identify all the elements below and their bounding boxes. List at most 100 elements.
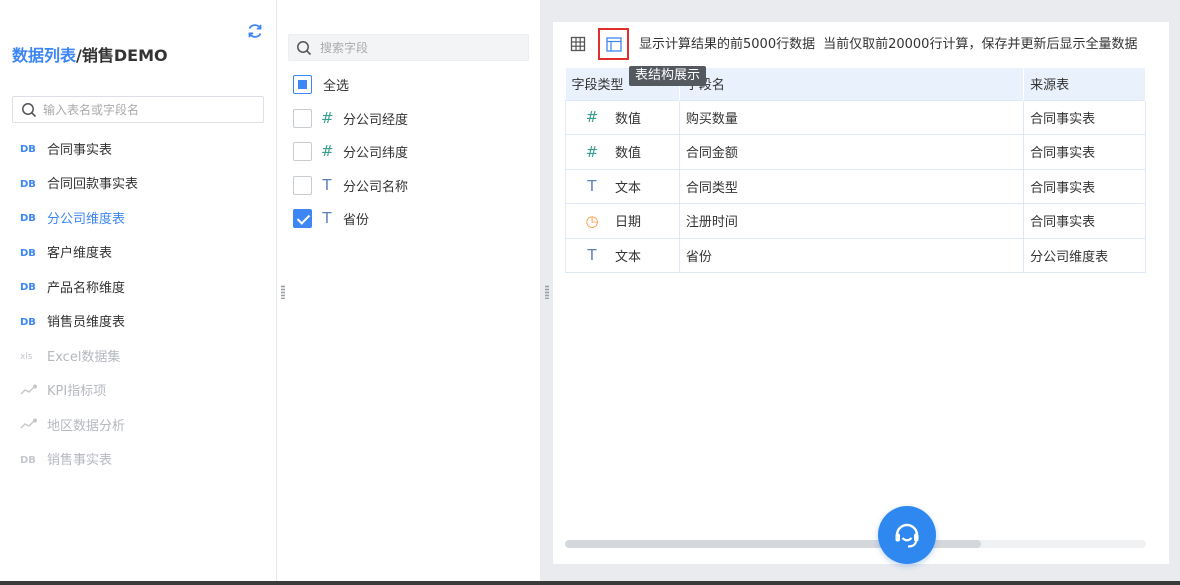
number-type-icon: # [321,142,334,160]
table-search-box [12,96,264,123]
field-type-label: 文本 [615,249,642,265]
number-type-icon: # [585,142,599,161]
table-list-item[interactable]: DB 客户维度表 [0,235,276,270]
xls-icon: xls [20,348,40,362]
table-list-item[interactable]: DB 产品名称维度 [0,269,276,304]
breadcrumb: 数据列表/销售DEMO [12,42,168,66]
table-list-item-label: KPI指标项 [47,384,107,400]
db-icon: DB [20,210,40,224]
table-row: # 数值 购买数量 合同事实表 [565,99,1146,135]
table-list-item[interactable]: DB 销售事实表 [0,442,276,477]
table-list-item[interactable]: DB 合同事实表 [0,131,276,166]
field-checkbox[interactable] [293,175,312,195]
table-list-item[interactable]: DB 分公司维度表 [0,200,276,235]
svg-text:xls: xls [20,352,33,360]
table-structure-view-button[interactable] [598,28,629,60]
horizontal-scrollbar[interactable] [565,540,1146,548]
field-item-label: 分公司纬度 [343,146,409,161]
source-table-cell: 分公司维度表 [1023,237,1146,273]
table-list-item-label: 销售事实表 [47,453,113,469]
header-source-table: 来源表 [1023,68,1146,100]
table-list-item[interactable]: DB 合同回款事实表 [0,166,276,201]
table-structure-icon [606,37,622,52]
text-type-icon: T [587,246,597,265]
table-list-item-label: 合同回款事实表 [47,177,139,193]
field-item[interactable]: # 分公司纬度 [293,141,408,163]
field-name-cell: 注册时间 [678,203,1025,239]
text-type-icon: T [322,175,332,194]
source-table-cell: 合同事实表 [1023,168,1146,204]
field-item-label: 分公司名称 [343,179,409,195]
db-icon: DB [20,141,40,155]
date-type-icon: ◷ [585,211,599,230]
table-list-item[interactable]: DB 销售员维度表 [0,304,276,339]
field-checkbox[interactable] [293,209,312,228]
search-icon [297,41,312,56]
table-list-item-label: 地区数据分析 [47,418,126,434]
db-icon: DB [20,245,40,259]
preview-panel: 显示计算结果的前5000行数据 当前仅取前20000行计算，保存并更新后显示全量数… [553,22,1169,564]
db-icon: DB [20,452,40,466]
number-type-icon: # [585,108,599,127]
field-type-cell: # 数值 [565,134,680,170]
customer-service-button[interactable] [878,506,936,564]
svg-text:DB: DB [20,179,36,188]
table-list-item-label: 分公司维度表 [47,211,126,227]
field-checkbox[interactable] [293,142,312,161]
field-name-cell: 合同金额 [678,134,1025,170]
table-row: T 文本 合同类型 合同事实表 [565,168,1146,204]
table-list-item[interactable]: xls Excel数据集 [0,338,276,373]
field-checkbox[interactable] [293,108,312,128]
refresh-icon[interactable] [246,22,264,40]
search-icon [22,103,37,118]
svg-text:DB: DB [20,282,36,291]
preview-info-text: 显示计算结果的前5000行数据 当前仅取前20000行计算，保存并更新后显示全量数… [639,33,1137,52]
header-field-name: 字段名 [679,68,1025,100]
field-name-cell: 购买数量 [678,99,1025,135]
field-type-cell: ◷ 日期 [565,203,680,239]
field-item[interactable]: T 省份 [293,208,369,230]
window-bottom-edge [0,581,1180,585]
table-list-item-label: 销售员维度表 [47,315,126,331]
headset-icon [895,523,919,548]
db-icon: DB [20,279,40,293]
text-type-icon: T [587,177,597,196]
field-search-box [288,34,529,61]
field-name-cell: 省份 [678,237,1025,273]
table-list-panel: 数据列表/销售DEMO DB 合同事实表 DB 合同回款事实表 DB 分公司维度表 DB 客户… [0,0,277,585]
field-type-label: 文本 [615,180,642,196]
data-grid-view-icon[interactable] [570,36,586,52]
table-row: # 数值 合同金额 合同事实表 [565,134,1146,170]
select-all-checkbox-row[interactable]: 全选 [293,73,349,95]
svg-text:DB: DB [20,144,36,153]
field-search-input[interactable] [320,35,520,60]
trend-icon [20,383,40,397]
field-type-label: 数值 [615,111,642,127]
svg-text:DB: DB [20,248,36,257]
source-table-cell: 合同事实表 [1023,134,1146,170]
field-item-label: 省份 [343,213,370,228]
field-type-label: 数值 [615,146,642,162]
table-list-item[interactable]: KPI指标项 [0,373,276,408]
breadcrumb-link-data-list[interactable]: 数据列表 [12,46,76,65]
table-row: T 文本 省份 分公司维度表 [565,237,1146,273]
select-all-label: 全选 [323,78,350,94]
field-item[interactable]: T 分公司名称 [293,174,408,196]
table-list: DB 合同事实表 DB 合同回款事实表 DB 分公司维度表 DB 客户维度表 DB 产品名称维度 D… [0,131,276,476]
structure-table: 字段类型 字段名 来源表 # 数值 购买数量 合同事实表 # 数值 合同金额 合同事实表 T 文本… [565,68,1146,273]
table-list-item-label: 产品名称维度 [47,280,126,296]
field-type-label: 日期 [615,215,642,231]
table-search-input[interactable] [43,97,258,122]
svg-text:DB: DB [20,317,36,326]
table-row: ◷ 日期 注册时间 合同事实表 [565,203,1146,239]
select-all-checkbox[interactable] [293,74,312,94]
text-type-icon: T [322,209,332,227]
left-splitter-handle[interactable] [281,285,285,299]
preview-row-limit-text: 显示计算结果的前5000行数据 [639,37,816,52]
middle-splitter-handle[interactable] [545,285,549,299]
trend-icon [20,417,40,431]
table-list-item[interactable]: 地区数据分析 [0,407,276,442]
field-item[interactable]: # 分公司经度 [293,107,408,129]
field-name-cell: 合同类型 [678,168,1025,204]
db-icon: DB [20,176,40,190]
